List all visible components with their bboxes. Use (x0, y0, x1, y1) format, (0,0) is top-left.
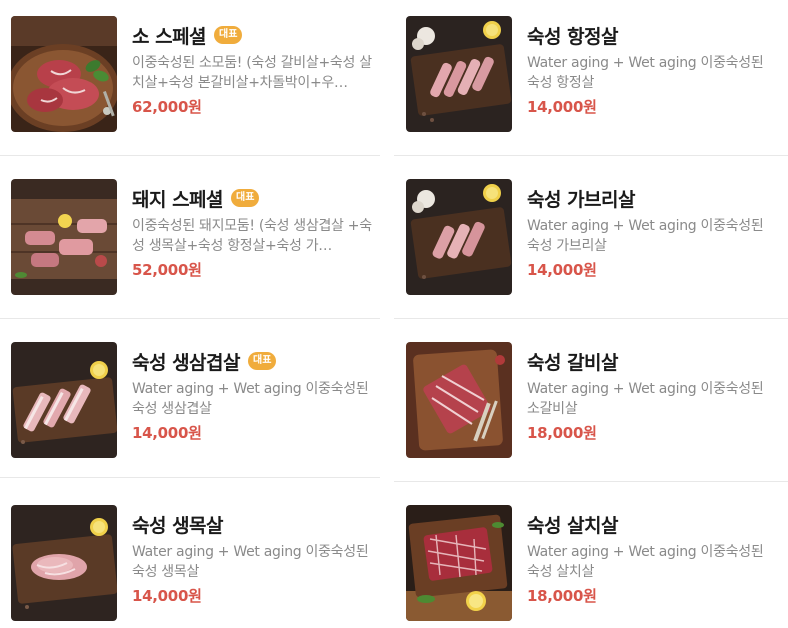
menu-item-name: 숙성 생삼겹살 (132, 351, 241, 374)
menu-item-name-row: 소 스페셜 대표 (132, 20, 382, 50)
beef-chuck-flap-photo (406, 505, 512, 621)
signature-badge: 대표 (231, 189, 260, 207)
menu-item-beef-special[interactable]: 소 스페셜 대표 이중숙성된 소모둠! (숙성 갈비살+숙성 살치살+숙성 본갈… (0, 0, 394, 163)
signature-badge: 대표 (214, 26, 243, 44)
pork-shoulder-photo (11, 505, 117, 621)
menu-item-name-row: 숙성 항정살 (527, 20, 777, 50)
menu-item-name-row: 숙성 생삼겹살 대표 (132, 346, 382, 376)
menu-item-aged-beef-chuck-flap[interactable]: 숙성 살치살 Water aging + Wet aging 이중숙성된 숙성 … (394, 489, 788, 628)
menu-item-price: 14,000원 (132, 587, 202, 605)
menu-item-description: Water aging + Wet aging 이중숙성된 소갈비살 (527, 381, 764, 417)
menu-item-aged-pork-neck[interactable]: 숙성 가브리살 Water aging + Wet aging 이중숙성된 숙성… (394, 163, 788, 326)
beef-platter-photo (11, 16, 117, 132)
beef-rib-photo (406, 342, 512, 458)
pork-belly-photo (11, 342, 117, 458)
menu-item-description: 이중숙성된 돼지모둠! (숙성 생삼겹살 +숙성 생목살+숙성 항정살+숙성 가… (132, 218, 372, 254)
menu-item-name: 숙성 항정살 (527, 25, 619, 48)
menu-item-name: 소 스페셜 (132, 25, 207, 48)
menu-item-aged-pork-belly[interactable]: 숙성 생삼겹살 대표 Water aging + Wet aging 이중숙성된… (0, 326, 394, 489)
menu-item-description: Water aging + Wet aging 이중숙성된 숙성 생목살 (132, 544, 369, 580)
menu-item-aged-beef-rib[interactable]: 숙성 갈비살 Water aging + Wet aging 이중숙성된 소갈비… (394, 326, 788, 489)
menu-item-price: 14,000원 (527, 98, 597, 116)
menu-item-price: 18,000원 (527, 587, 597, 605)
menu-item-pork-special[interactable]: 돼지 스페셜 대표 이중숙성된 돼지모둠! (숙성 생삼겹살 +숙성 생목살+숙… (0, 163, 394, 326)
menu-item-name-row: 돼지 스페셜 대표 (132, 183, 382, 213)
menu-item-price: 62,000원 (132, 98, 202, 116)
menu-item-price: 14,000원 (527, 261, 597, 279)
menu-item-name-row: 숙성 가브리살 (527, 183, 777, 213)
menu-item-name: 숙성 가브리살 (527, 188, 636, 211)
pork-neck-photo (406, 179, 512, 295)
menu-item-description: Water aging + Wet aging 이중숙성된 숙성 생삼겹살 (132, 381, 369, 417)
menu-item-name-row: 숙성 살치살 (527, 509, 777, 539)
menu-grid: 소 스페셜 대표 이중숙성된 소모둠! (숙성 갈비살+숙성 살치살+숙성 본갈… (0, 0, 788, 628)
menu-item-name-row: 숙성 갈비살 (527, 346, 777, 376)
menu-item-description: Water aging + Wet aging 이중숙성된 숙성 살치살 (527, 544, 764, 580)
menu-item-name: 숙성 생목살 (132, 514, 224, 537)
menu-item-price: 18,000원 (527, 424, 597, 442)
menu-item-aged-pork-shoulder[interactable]: 숙성 생목살 Water aging + Wet aging 이중숙성된 숙성 … (0, 489, 394, 628)
menu-item-name: 돼지 스페셜 (132, 188, 224, 211)
menu-item-name-row: 숙성 생목살 (132, 509, 382, 539)
pork-platter-photo (11, 179, 117, 295)
menu-item-price: 52,000원 (132, 261, 202, 279)
pork-jowl-photo (406, 16, 512, 132)
menu-item-description: Water aging + Wet aging 이중숙성된 숙성 항정살 (527, 55, 764, 91)
menu-item-description: 이중숙성된 소모둠! (숙성 갈비살+숙성 살치살+숙성 본갈비살+차돌박이+우… (132, 55, 372, 91)
menu-item-name: 숙성 살치살 (527, 514, 619, 537)
menu-item-aged-pork-jowl[interactable]: 숙성 항정살 Water aging + Wet aging 이중숙성된 숙성 … (394, 0, 788, 163)
signature-badge: 대표 (248, 352, 277, 370)
menu-item-name: 숙성 갈비살 (527, 351, 619, 374)
menu-item-description: Water aging + Wet aging 이중숙성된 숙성 가브리살 (527, 218, 764, 254)
menu-item-price: 14,000원 (132, 424, 202, 442)
